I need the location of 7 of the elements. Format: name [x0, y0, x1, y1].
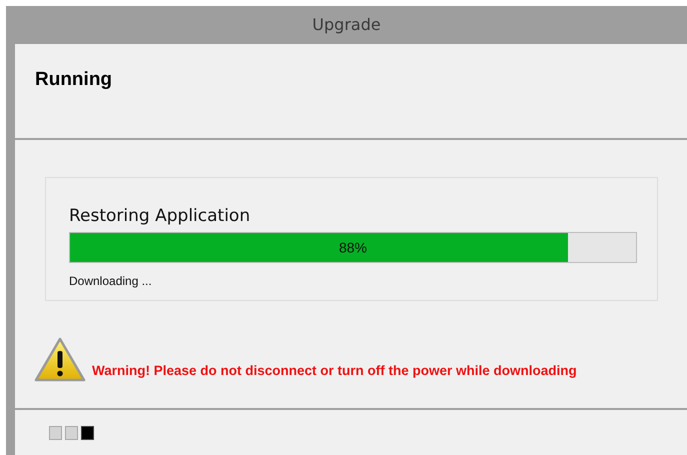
warning-text: Warning! Please do not disconnect or turn off the power while downloading	[92, 362, 577, 380]
window-title: Upgrade	[312, 14, 381, 36]
task-label: Restoring Application	[69, 206, 252, 226]
progress-percent: 88%	[338, 238, 368, 257]
page-heading: Running	[35, 69, 112, 90]
status-text: Downloading ...	[69, 273, 153, 290]
warning-icon	[34, 337, 86, 383]
